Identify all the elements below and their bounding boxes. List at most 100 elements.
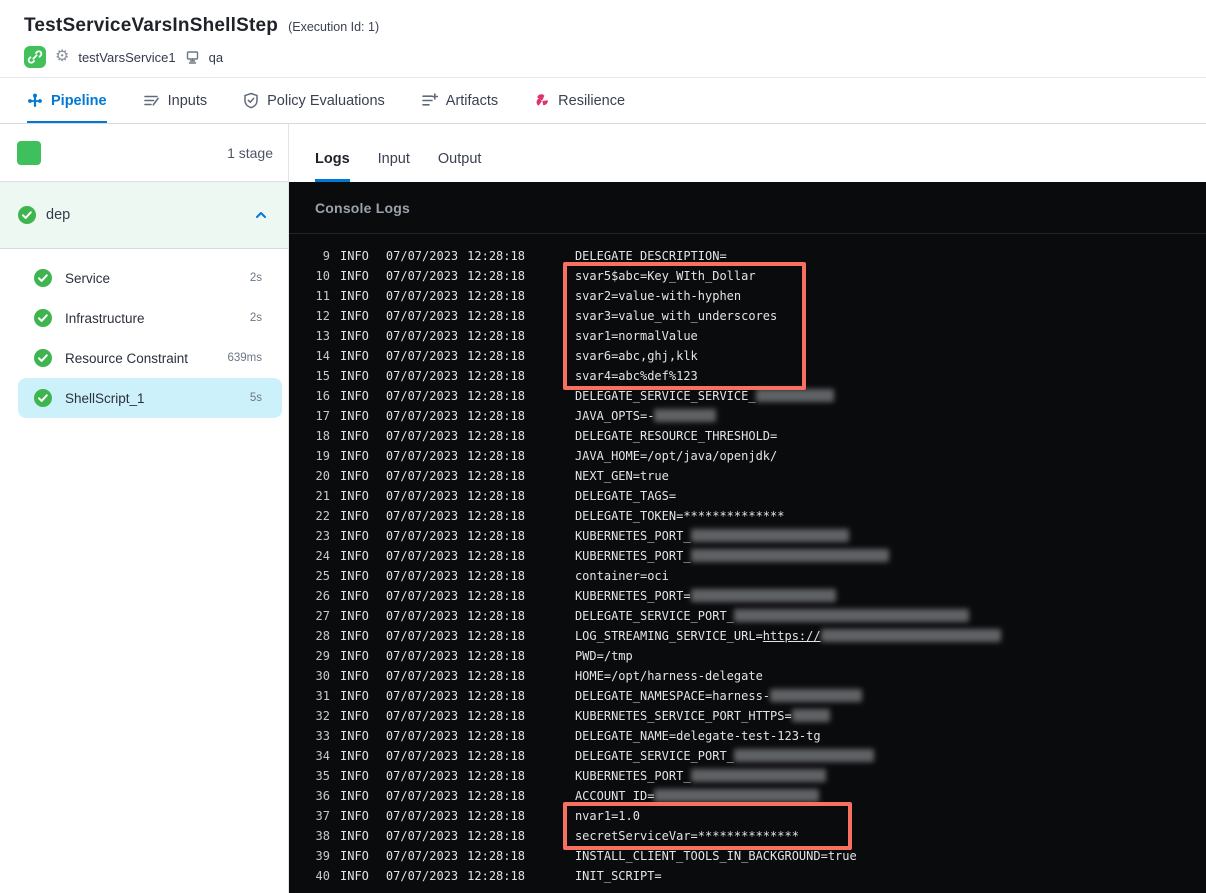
log-date: 07/07/2023 <box>385 789 459 803</box>
redacted-value <box>820 629 1001 642</box>
chevron-up-icon[interactable] <box>254 208 268 222</box>
log-message: KUBERNETES_SERVICE_PORT_HTTPS= <box>575 706 830 726</box>
log-message: svar3=value_with_underscores <box>575 306 777 326</box>
step-service[interactable]: Service 2s <box>18 258 282 298</box>
log-line: 29 INFO 07/07/2023 12:28:18 PWD=/tmp <box>308 646 1206 666</box>
log-date: 07/07/2023 <box>385 629 459 643</box>
step-list: Service 2s Infrastructure 2s Resource Constr… <box>0 249 288 418</box>
log-time: 12:28:18 <box>467 389 525 403</box>
log-line: 22 INFO 07/07/2023 12:28:18 DELEGATE_TOKEN=*… <box>308 506 1206 526</box>
log-line: 25 INFO 07/07/2023 12:28:18 container=oci <box>308 566 1206 586</box>
log-date: 07/07/2023 <box>385 349 459 363</box>
log-text: DELEGATE_SERVICE_SERVICE_ <box>574 389 756 403</box>
redacted-value <box>791 709 830 722</box>
log-level: INFO <box>340 449 369 463</box>
content: 1 stage dep Service 2s Infrastructure 2s Res… <box>0 124 1206 893</box>
log-level: INFO <box>340 369 369 383</box>
step-shellscript-1[interactable]: ShellScript_1 5s <box>18 378 282 418</box>
tab-pipeline[interactable]: Pipeline <box>27 78 107 123</box>
log-line: 11 INFO 07/07/2023 12:28:18 svar2=value-with… <box>308 286 1206 306</box>
log-tab-label: Logs <box>315 150 350 167</box>
log-line-number: 22 <box>315 509 330 523</box>
log-date: 07/07/2023 <box>385 849 459 863</box>
service-link-icon <box>24 46 46 68</box>
log-date: 07/07/2023 <box>385 609 459 623</box>
log-line: 9 INFO 07/07/2023 12:28:18 DELEGATE_DESCRIPT… <box>308 246 1206 266</box>
log-link[interactable]: https:// <box>763 629 821 643</box>
log-time: 12:28:18 <box>467 369 525 383</box>
log-line-number: 13 <box>315 329 330 343</box>
log-tab-input[interactable]: Input <box>378 124 410 182</box>
console-log-lines: 9 INFO 07/07/2023 12:28:18 DELEGATE_DESCRIPT… <box>289 234 1206 893</box>
stage-group-dep[interactable]: dep <box>0 182 288 249</box>
stage-summary: 1 stage <box>0 124 288 182</box>
tab-inputs[interactable]: Inputs <box>143 78 207 123</box>
log-time: 12:28:18 <box>467 349 525 363</box>
redacted-value <box>690 549 889 562</box>
success-check-icon <box>33 348 53 368</box>
log-time: 12:28:18 <box>467 849 525 863</box>
log-line-number: 34 <box>315 749 330 763</box>
log-text: DELEGATE_SERVICE_PORT_ <box>574 749 734 763</box>
log-level: INFO <box>340 609 369 623</box>
log-time: 12:28:18 <box>467 609 525 623</box>
log-text: PWD=/tmp <box>574 649 633 663</box>
log-line: 37 INFO 07/07/2023 12:28:18 nvar1=1.0 <box>308 806 1206 826</box>
log-line-number: 18 <box>315 429 330 443</box>
log-line-number: 14 <box>315 349 330 363</box>
environment-icon <box>185 50 200 65</box>
log-message: svar4=abc%def%123 <box>575 366 698 386</box>
log-line: 35 INFO 07/07/2023 12:28:18 KUBERNETES_PORT_ <box>308 766 1206 786</box>
log-line: 21 INFO 07/07/2023 12:28:18 DELEGATE_TAGS= <box>308 486 1206 506</box>
tab-artifacts[interactable]: Artifacts <box>421 78 498 123</box>
log-date: 07/07/2023 <box>385 549 459 563</box>
log-time: 12:28:18 <box>467 249 525 263</box>
log-tab-output[interactable]: Output <box>438 124 482 182</box>
log-text: nvar1=1.0 <box>574 809 640 823</box>
log-line-number: 12 <box>315 309 330 323</box>
log-level: INFO <box>340 389 369 403</box>
log-message: JAVA_HOME=/opt/java/openjdk/ <box>575 446 777 466</box>
log-level: INFO <box>340 769 369 783</box>
log-line-number: 39 <box>315 849 330 863</box>
log-level: INFO <box>340 549 369 563</box>
redacted-value <box>733 609 969 622</box>
log-line: 13 INFO 07/07/2023 12:28:18 svar1=normalValu… <box>308 326 1206 346</box>
log-text: DELEGATE_RESOURCE_THRESHOLD= <box>574 429 778 443</box>
step-infrastructure[interactable]: Infrastructure 2s <box>18 298 282 338</box>
log-line: 39 INFO 07/07/2023 12:28:18 INSTALL_CLIENT_T… <box>308 846 1206 866</box>
step-resource-constraint[interactable]: Resource Constraint 639ms <box>18 338 282 378</box>
log-date: 07/07/2023 <box>385 649 459 663</box>
log-line-number: 11 <box>315 289 330 303</box>
log-time: 12:28:18 <box>467 489 525 503</box>
log-date: 07/07/2023 <box>385 669 459 683</box>
log-time: 12:28:18 <box>467 309 525 323</box>
log-time: 12:28:18 <box>467 289 525 303</box>
log-text: NEXT_GEN=true <box>574 469 669 483</box>
log-text: svar3=value_with_underscores <box>574 309 778 323</box>
tab-resilience[interactable]: Resilience <box>534 78 625 123</box>
page-title: TestServiceVarsInShellStep <box>24 15 279 36</box>
log-time: 12:28:18 <box>467 269 525 283</box>
policy-evaluations-icon <box>243 92 259 109</box>
log-text: DELEGATE_DESCRIPTION= <box>574 249 727 263</box>
log-text: svar2=value-with-hyphen <box>574 289 742 303</box>
log-message: DELEGATE_SERVICE_SERVICE_ <box>575 386 834 406</box>
log-text: INSTALL_CLIENT_TOOLS_IN_BACKGROUND=true <box>574 849 857 863</box>
tab-policy-evaluations[interactable]: Policy Evaluations <box>243 78 385 123</box>
step-label: Resource Constraint <box>65 350 189 366</box>
log-line: 32 INFO 07/07/2023 12:28:18 KUBERNETES_SERVI… <box>308 706 1206 726</box>
log-tab-logs[interactable]: Logs <box>315 124 350 182</box>
log-line-number: 40 <box>315 869 330 883</box>
log-date: 07/07/2023 <box>385 769 459 783</box>
step-duration: 2s <box>249 312 262 324</box>
log-message: LOG_STREAMING_SERVICE_URL=https:// <box>575 626 1001 646</box>
log-level: INFO <box>340 669 369 683</box>
log-time: 12:28:18 <box>467 789 525 803</box>
log-level: INFO <box>340 749 369 763</box>
log-date: 07/07/2023 <box>385 589 459 603</box>
log-message: NEXT_GEN=true <box>575 466 669 486</box>
success-check-icon <box>17 205 37 225</box>
log-level: INFO <box>340 629 369 643</box>
log-message: DELEGATE_SERVICE_PORT_ <box>575 606 969 626</box>
